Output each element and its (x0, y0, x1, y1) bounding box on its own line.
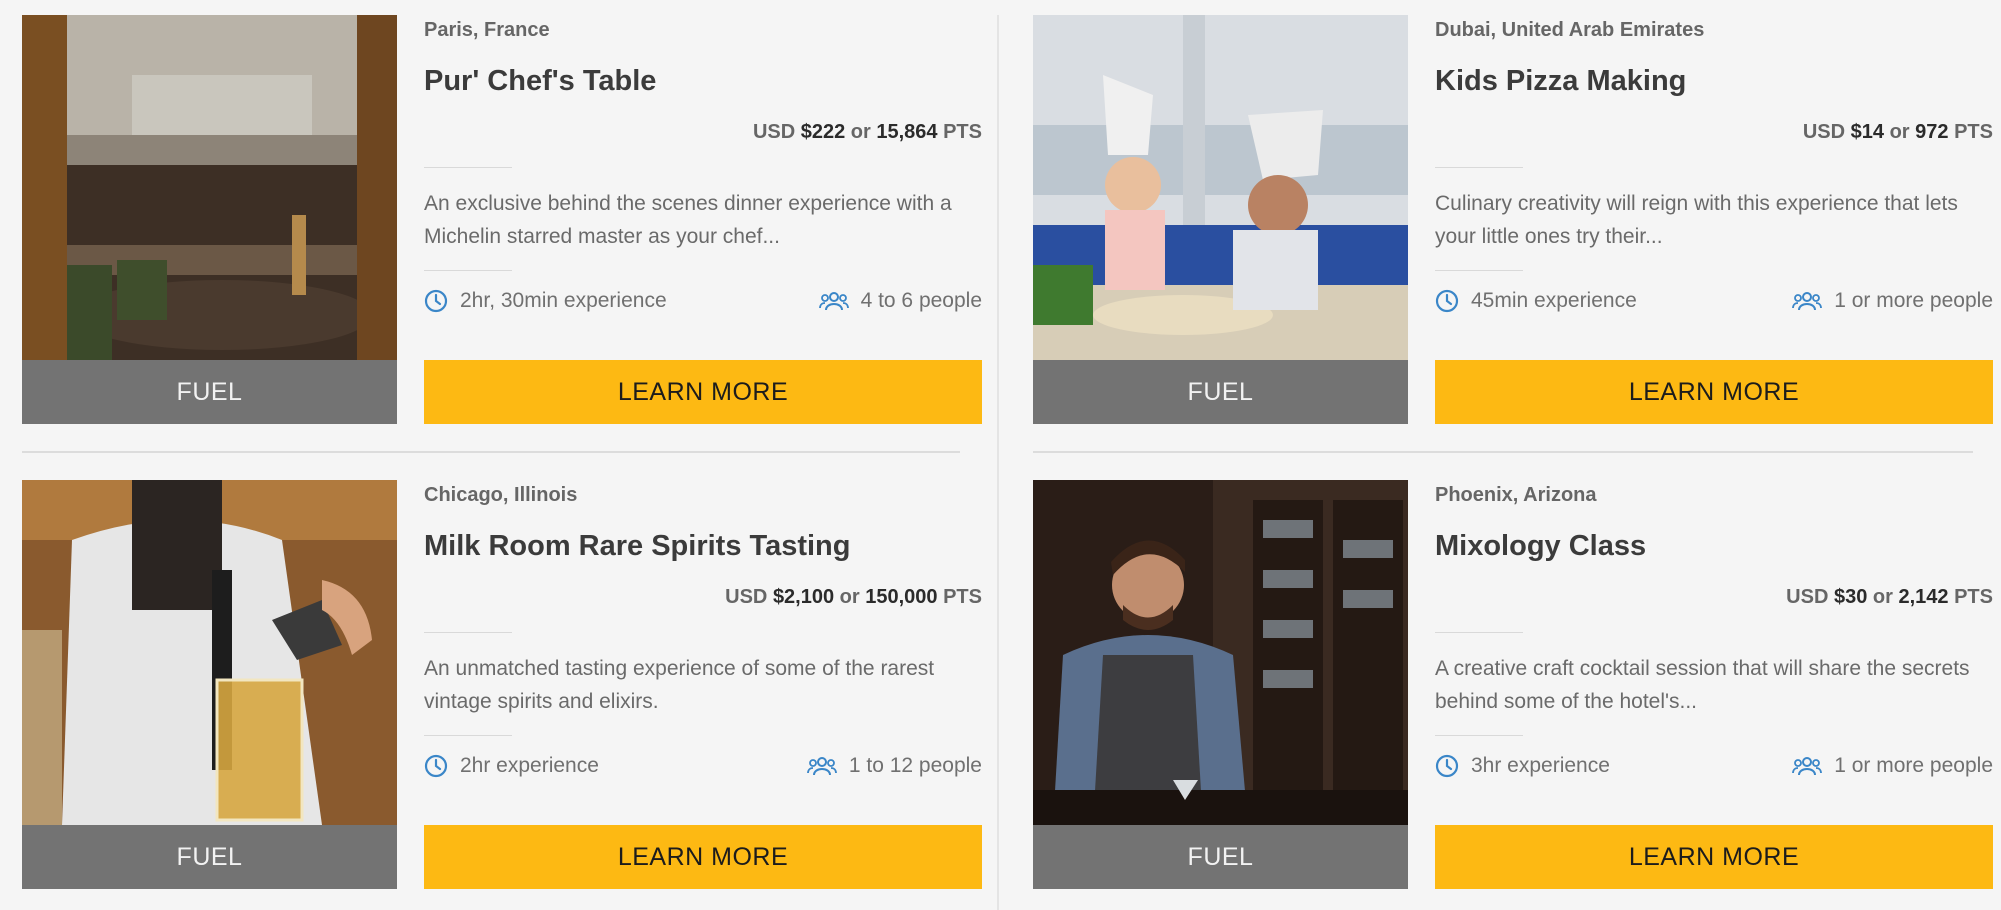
price-points: 972 (1915, 121, 1949, 143)
duration: 45min experience (1435, 289, 1637, 313)
price-or: or (1872, 586, 1893, 608)
description: An unmatched tasting experience of some … (424, 657, 935, 713)
divider (1435, 167, 1523, 168)
people-icon (818, 292, 849, 311)
duration: 2hr, 30min experience (424, 289, 667, 313)
price-usd: $14 (1850, 121, 1885, 143)
price-or: or (839, 586, 860, 608)
duration-label: 45min experience (1471, 289, 1637, 312)
people-label: 1 to 12 people (848, 754, 982, 777)
experience-title[interactable]: Pur' Chef's Table (424, 65, 656, 98)
price-points-unit: PTS (1954, 121, 1993, 143)
divider (424, 270, 512, 271)
experience-card: FUEL Paris, France Pur' Chef's Table USD… (22, 15, 982, 425)
group-size: 1 or more people (1792, 289, 1993, 313)
price-points: 150,000 (865, 586, 938, 608)
divider (1435, 270, 1523, 271)
price-currency: USD (752, 121, 796, 143)
duration: 2hr experience (424, 754, 599, 778)
price: USD $2,100 or 150,000 PTS (725, 586, 982, 609)
price-points-unit: PTS (943, 586, 982, 608)
divider (424, 167, 512, 168)
experience-info: Phoenix, Arizona Mixology Class USD $30 … (1435, 480, 1993, 890)
divider (1435, 735, 1523, 736)
fuel-badge: FUEL (1033, 825, 1408, 889)
experience-info: Paris, France Pur' Chef's Table USD $222… (424, 15, 982, 425)
restaurant-interior-image[interactable] (22, 15, 397, 360)
people-icon (806, 757, 837, 776)
price-currency: USD (725, 586, 768, 608)
learn-more-button[interactable]: LEARN MORE (1435, 360, 1993, 424)
people-icon (1792, 292, 1823, 311)
experience-title[interactable]: Mixology Class (1435, 530, 1646, 563)
description: An exclusive behind the scenes dinner ex… (424, 192, 952, 248)
price-or: or (1889, 121, 1910, 143)
fuel-badge: FUEL (22, 360, 397, 424)
duration-label: 2hr, 30min experience (460, 289, 667, 312)
location-label: Chicago, Illinois (424, 484, 578, 506)
row-divider (1033, 451, 1973, 453)
clock-icon (424, 754, 448, 778)
experience-title[interactable]: Milk Room Rare Spirits Tasting (424, 530, 850, 563)
experience-card: FUEL Dubai, United Arab Emirates Kids Pi… (1033, 15, 1993, 425)
clock-icon (1435, 754, 1459, 778)
price-points: 2,142 (1898, 586, 1949, 608)
people-icon (1792, 757, 1823, 776)
kids-chef-image[interactable] (1033, 15, 1408, 360)
fuel-badge: FUEL (22, 825, 397, 889)
column-divider (997, 15, 999, 910)
group-size: 1 or more people (1792, 754, 1993, 778)
fuel-badge: FUEL (1033, 360, 1408, 424)
price: USD $222 or 15,864 PTS (753, 121, 982, 144)
price-usd: $2,100 (772, 586, 835, 608)
learn-more-button[interactable]: LEARN MORE (424, 360, 982, 424)
price-usd: $30 (1833, 586, 1868, 608)
duration: 3hr experience (1435, 754, 1610, 778)
price-or: or (850, 121, 871, 143)
clock-icon (1435, 289, 1459, 313)
duration-label: 2hr experience (460, 754, 599, 777)
clock-icon (424, 289, 448, 313)
divider (1435, 632, 1523, 633)
duration-label: 3hr experience (1471, 754, 1610, 777)
location-label: Phoenix, Arizona (1435, 484, 1597, 506)
people-label: 1 or more people (1834, 289, 1993, 312)
description: A creative craft cocktail session that w… (1435, 657, 1970, 713)
price-currency: USD (1802, 121, 1846, 143)
experience-info: Dubai, United Arab Emirates Kids Pizza M… (1435, 15, 1993, 425)
price: USD $14 or 972 PTS (1803, 121, 1993, 144)
experience-title[interactable]: Kids Pizza Making (1435, 65, 1686, 98)
group-size: 1 to 12 people (806, 754, 982, 778)
learn-more-button[interactable]: LEARN MORE (424, 825, 982, 889)
divider (424, 735, 512, 736)
spirits-pour-image[interactable] (22, 480, 397, 825)
divider (424, 632, 512, 633)
group-size: 4 to 6 people (818, 289, 982, 313)
price: USD $30 or 2,142 PTS (1786, 586, 1993, 609)
location-label: Paris, France (424, 19, 550, 41)
experience-info: Chicago, Illinois Milk Room Rare Spirits… (424, 480, 982, 890)
description: Culinary creativity will reign with this… (1435, 192, 1958, 248)
price-points-unit: PTS (1954, 586, 1993, 608)
row-divider (22, 451, 960, 453)
price-points-unit: PTS (943, 121, 982, 143)
experience-card: FUEL Chicago, Illinois Milk Room Rare Sp… (22, 480, 982, 890)
people-label: 4 to 6 people (860, 289, 982, 312)
price-points: 15,864 (876, 121, 938, 143)
price-usd: $222 (800, 121, 846, 143)
bartender-image[interactable] (1033, 480, 1408, 825)
price-currency: USD (1786, 586, 1829, 608)
people-label: 1 or more people (1834, 754, 1993, 777)
learn-more-button[interactable]: LEARN MORE (1435, 825, 1993, 889)
experience-card: FUEL Phoenix, Arizona Mixology Class USD… (1033, 480, 1993, 890)
location-label: Dubai, United Arab Emirates (1435, 19, 1705, 41)
